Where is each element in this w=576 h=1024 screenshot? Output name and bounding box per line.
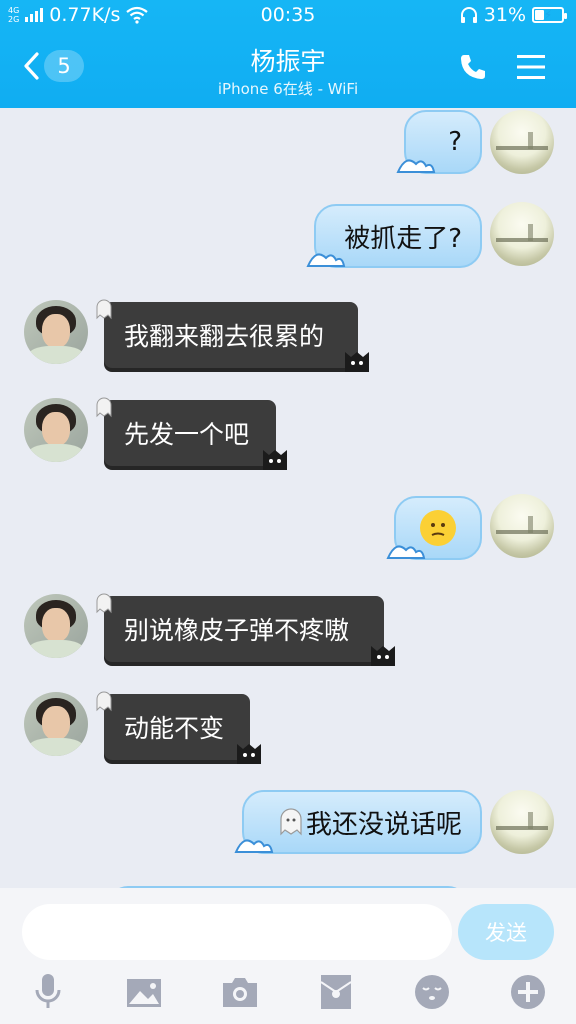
contact-avatar[interactable]: [24, 300, 88, 364]
message-bubble-outgoing[interactable]: ?: [396, 110, 482, 174]
ghost-decoration-icon: [96, 299, 112, 320]
my-avatar[interactable]: [490, 110, 554, 174]
mic-icon[interactable]: [34, 972, 62, 1012]
contact-name: 杨振宇: [250, 47, 326, 76]
plus-icon[interactable]: [510, 974, 546, 1010]
contact-avatar[interactable]: [24, 692, 88, 756]
message-bubble-incoming[interactable]: 别说橡皮子弹不疼嗷: [96, 593, 395, 666]
contact-avatar[interactable]: [24, 594, 88, 658]
my-avatar[interactable]: [490, 202, 554, 266]
menu-icon[interactable]: [516, 54, 546, 80]
ghost-decoration-icon: [96, 593, 112, 614]
ghost-emoji-icon: [280, 808, 302, 836]
battery-icon: ⚡: [532, 7, 567, 23]
message-list[interactable]: ? 被抓走了? 我翻来翻去很累的 先发一个吧 别说橡皮子弹不疼嗷 动能不变 我还…: [0, 108, 576, 888]
ghost-decoration-icon: [96, 691, 112, 712]
contact-status: iPhone 6在线 - WiFi: [217, 80, 359, 98]
battery-fill: [535, 10, 544, 20]
cat-decoration-icon: [237, 744, 261, 764]
send-button[interactable]: 发送: [458, 904, 554, 960]
charging-icon: ⚡: [543, 8, 553, 22]
cat-decoration-icon: [263, 450, 287, 470]
phone-icon[interactable]: [458, 52, 488, 82]
message-bubble-incoming[interactable]: 我翻来翻去很累的: [96, 299, 369, 372]
emoji-face-icon: [420, 510, 456, 546]
message-text: 动能不变: [124, 714, 225, 743]
cat-decoration-icon: [371, 646, 395, 666]
message-bubble-outgoing[interactable]: [386, 496, 482, 560]
message-text: 我还没说话呢: [305, 809, 462, 840]
message-text: 被抓走了?: [344, 223, 462, 254]
my-avatar[interactable]: [490, 494, 554, 558]
ghost-decoration-icon: [96, 397, 112, 418]
message-text: 别说橡皮子弹不疼嗷: [124, 616, 350, 645]
message-input[interactable]: [22, 904, 452, 960]
image-icon[interactable]: [126, 978, 162, 1008]
status-right: 31% ⚡: [460, 4, 567, 26]
chat-header: 4G 2G 0.77K/s 00:35 31% ⚡ 5 杨振宇 iPhone 6…: [0, 0, 576, 108]
message-text: 我翻来翻去很累的: [124, 322, 325, 351]
status-bar: 4G 2G 0.77K/s 00:35 31% ⚡: [0, 0, 576, 30]
camera-icon[interactable]: [222, 976, 258, 1008]
headphones-icon: [460, 7, 477, 23]
wave-decoration-icon: [396, 159, 436, 173]
input-bar: 发送: [0, 888, 576, 1024]
battery-percent: 31%: [483, 4, 526, 26]
wave-decoration-icon: [234, 839, 274, 853]
wave-decoration-icon: [306, 253, 346, 267]
message-text: 先发一个吧: [124, 420, 250, 449]
cat-decoration-icon: [345, 352, 369, 372]
message-bubble-incoming[interactable]: 动能不变: [96, 691, 261, 764]
contact-avatar[interactable]: [24, 398, 88, 462]
emoji-icon[interactable]: [414, 974, 450, 1010]
my-avatar[interactable]: [490, 790, 554, 854]
message-bubble-incoming[interactable]: 先发一个吧: [96, 397, 287, 470]
message-bubble-outgoing[interactable]: 我还没说话呢: [234, 790, 482, 854]
red-packet-icon[interactable]: [320, 974, 352, 1010]
message-text: ?: [448, 127, 462, 157]
message-bubble-outgoing[interactable]: 被抓走了?: [306, 204, 482, 268]
